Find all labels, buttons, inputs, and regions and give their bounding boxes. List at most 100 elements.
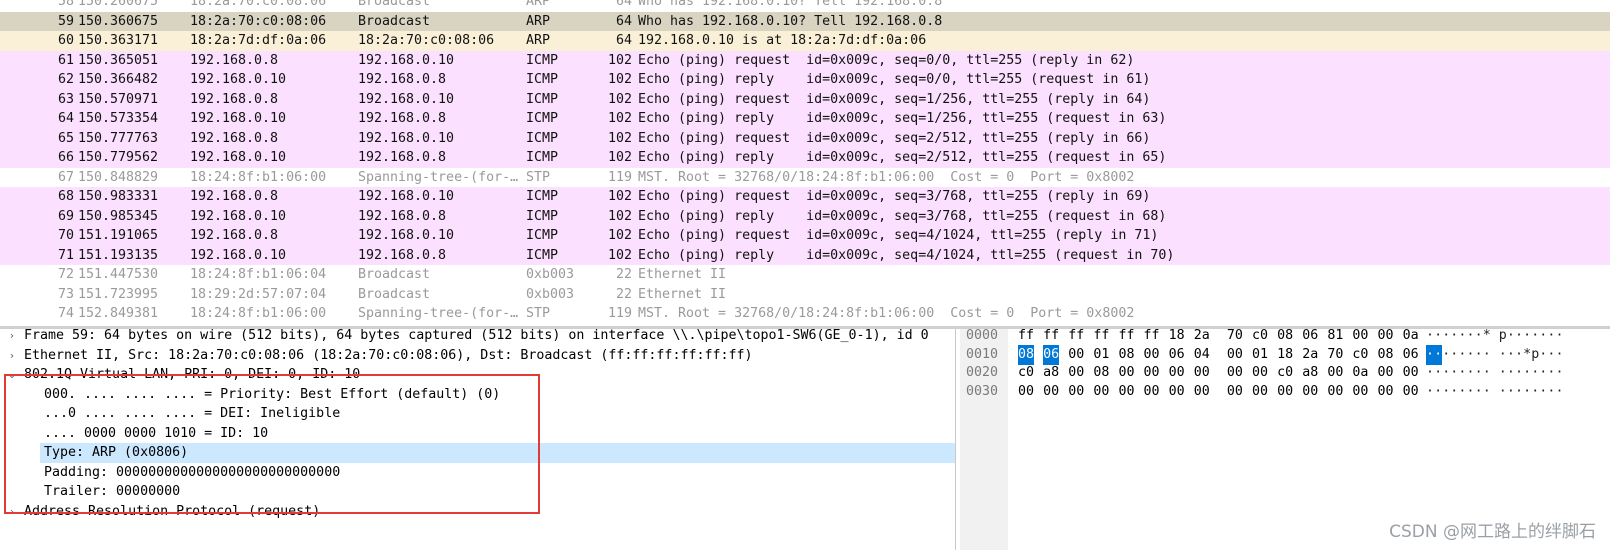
ascii-char[interactable]: ·: [1434, 363, 1442, 383]
ascii-char[interactable]: ·: [1539, 329, 1547, 346]
packet-row[interactable]: 59 150.360675 18:2a:70:c0:08:06 Broadcast AR…: [0, 11, 1610, 32]
ascii-char[interactable]: ·: [1523, 363, 1531, 383]
ascii-char[interactable]: ·: [1442, 345, 1450, 365]
hex-byte[interactable]: 00: [1169, 363, 1185, 383]
detail-row[interactable]: ⌄ 802.1Q Virtual LAN, PRI: 0, DEI: 0, ID:…: [0, 365, 955, 385]
hex-byte[interactable]: 00: [1093, 382, 1109, 402]
hex-byte[interactable]: 06: [1302, 329, 1318, 346]
ascii-char[interactable]: ·: [1483, 382, 1491, 402]
hex-byte[interactable]: 00: [1378, 382, 1394, 402]
ascii-char[interactable]: ·: [1539, 363, 1547, 383]
ascii-char[interactable]: ·: [1458, 345, 1466, 365]
hex-byte[interactable]: 08: [1277, 329, 1293, 346]
ascii-char[interactable]: ·: [1467, 363, 1475, 383]
hex-byte[interactable]: 08: [1378, 345, 1394, 365]
ascii-char[interactable]: ·: [1499, 363, 1507, 383]
ascii-char[interactable]: ·: [1426, 382, 1434, 402]
packet-row[interactable]: 60 150.363171 18:2a:7d:df:0a:06 18:2a:70:c0…: [0, 31, 1610, 51]
hex-byte[interactable]: c0: [1352, 345, 1368, 365]
hex-byte[interactable]: 00: [1252, 382, 1268, 402]
ascii-char[interactable]: ·: [1507, 363, 1515, 383]
detail-row[interactable]: Padding: 0000000000000000000000000000: [0, 463, 955, 483]
packet-row[interactable]: 62 150.366482 192.168.0.10 192.168.0.8 ICMP 1…: [0, 70, 1610, 90]
packet-row[interactable]: 61 150.365051 192.168.0.8 192.168.0.10 ICMP 1…: [0, 50, 1610, 71]
ascii-char[interactable]: ·: [1515, 382, 1523, 402]
hex-byte[interactable]: 08: [1118, 345, 1134, 365]
detail-row[interactable]: › Frame 59: 64 bytes on wire (512 bits), …: [0, 329, 955, 346]
ascii-char[interactable]: ·: [1450, 345, 1458, 365]
packet-row[interactable]: 58 150.260675 18:2a:70:c0:08:06 Broadcast AR…: [0, 0, 1610, 12]
ascii-char[interactable]: ·: [1547, 382, 1555, 402]
detail-row[interactable]: Type: ARP (0x0806): [40, 443, 955, 463]
hex-byte[interactable]: 06: [1043, 344, 1060, 365]
hex-byte[interactable]: 00: [1194, 363, 1210, 383]
hex-byte[interactable]: c0: [1018, 363, 1034, 383]
ascii-char[interactable]: ·: [1442, 382, 1450, 402]
ascii-char[interactable]: ·: [1434, 382, 1442, 402]
hex-byte[interactable]: 00: [1118, 382, 1134, 402]
ascii-char[interactable]: ·: [1475, 345, 1483, 365]
hex-byte[interactable]: 00: [1118, 363, 1134, 383]
packet-row[interactable]: 74 152.849381 18:24:8f:b1:06:00 Spanning-tr…: [0, 304, 1610, 324]
ascii-char[interactable]: ·: [1547, 345, 1555, 365]
hex-byte[interactable]: a8: [1043, 363, 1059, 383]
ascii-char[interactable]: ·: [1483, 363, 1491, 383]
hex-byte[interactable]: ff: [1018, 329, 1034, 346]
hex-byte[interactable]: 01: [1093, 345, 1109, 365]
ascii-char[interactable]: ·: [1483, 345, 1491, 365]
hex-byte[interactable]: 00: [1144, 363, 1160, 383]
hex-byte[interactable]: 01: [1252, 345, 1268, 365]
hex-byte[interactable]: 2a: [1194, 329, 1210, 346]
chevron-right-icon[interactable]: ›: [5, 346, 19, 366]
hex-byte[interactable]: 2a: [1302, 345, 1318, 365]
hex-byte[interactable]: 00: [1227, 382, 1243, 402]
packet-details-pane[interactable]: › Frame 59: 64 bytes on wire (512 bits), …: [0, 329, 956, 550]
hex-byte[interactable]: 00: [1352, 382, 1368, 402]
hex-byte[interactable]: 81: [1327, 329, 1343, 346]
hex-byte[interactable]: 00: [1277, 382, 1293, 402]
ascii-char[interactable]: p: [1531, 345, 1539, 365]
ascii-char[interactable]: ·: [1556, 363, 1564, 383]
hex-byte[interactable]: 06: [1403, 345, 1419, 365]
ascii-char[interactable]: ·: [1507, 382, 1515, 402]
hex-byte[interactable]: 06: [1169, 345, 1185, 365]
packet-row[interactable]: 69 150.985345 192.168.0.10 192.168.0.8 ICMP 1…: [0, 206, 1610, 227]
packet-row[interactable]: 66 150.779562 192.168.0.10 192.168.0.8 ICMP 1…: [0, 148, 1610, 168]
ascii-char[interactable]: ·: [1475, 329, 1483, 346]
hex-byte[interactable]: 00: [1327, 382, 1343, 402]
ascii-char[interactable]: ·: [1442, 363, 1450, 383]
hex-byte[interactable]: 00: [1403, 382, 1419, 402]
ascii-char[interactable]: ·: [1539, 382, 1547, 402]
ascii-char[interactable]: ·: [1458, 363, 1466, 383]
packet-row[interactable]: 67 150.848829 18:24:8f:b1:06:00 Spanning-tr…: [0, 167, 1610, 188]
hex-byte[interactable]: 70: [1227, 329, 1243, 346]
ascii-char[interactable]: ·: [1499, 345, 1507, 365]
ascii-char[interactable]: ·: [1556, 345, 1564, 365]
ascii-char[interactable]: *: [1483, 329, 1491, 346]
ascii-char[interactable]: ·: [1442, 329, 1450, 346]
ascii-char[interactable]: ·: [1499, 382, 1507, 402]
hex-byte[interactable]: 00: [1068, 363, 1084, 383]
ascii-char[interactable]: ·: [1450, 363, 1458, 383]
hex-byte[interactable]: 08: [1018, 344, 1035, 365]
ascii-char[interactable]: ·: [1467, 345, 1475, 365]
hex-byte[interactable]: 00: [1227, 363, 1243, 383]
ascii-char[interactable]: ·: [1450, 329, 1458, 346]
packet-row[interactable]: 63 150.570971 192.168.0.8 192.168.0.10 ICMP 1…: [0, 89, 1610, 110]
ascii-char[interactable]: ·: [1531, 363, 1539, 383]
hex-byte[interactable]: 00: [1169, 382, 1185, 402]
ascii-char[interactable]: ·: [1475, 382, 1483, 402]
hex-byte[interactable]: 0a: [1403, 329, 1419, 346]
ascii-char[interactable]: ·: [1531, 382, 1539, 402]
ascii-char[interactable]: ·: [1426, 344, 1435, 365]
hex-byte[interactable]: 00: [1403, 363, 1419, 383]
hex-byte[interactable]: 00: [1252, 363, 1268, 383]
ascii-char[interactable]: ·: [1547, 363, 1555, 383]
hex-byte[interactable]: a8: [1302, 363, 1318, 383]
ascii-char[interactable]: ·: [1458, 329, 1466, 346]
detail-row[interactable]: Trailer: 00000000: [0, 482, 955, 502]
hex-byte[interactable]: 04: [1194, 345, 1210, 365]
hex-byte[interactable]: 00: [1378, 363, 1394, 383]
hex-byte[interactable]: 00: [1227, 345, 1243, 365]
hex-byte[interactable]: 00: [1144, 345, 1160, 365]
